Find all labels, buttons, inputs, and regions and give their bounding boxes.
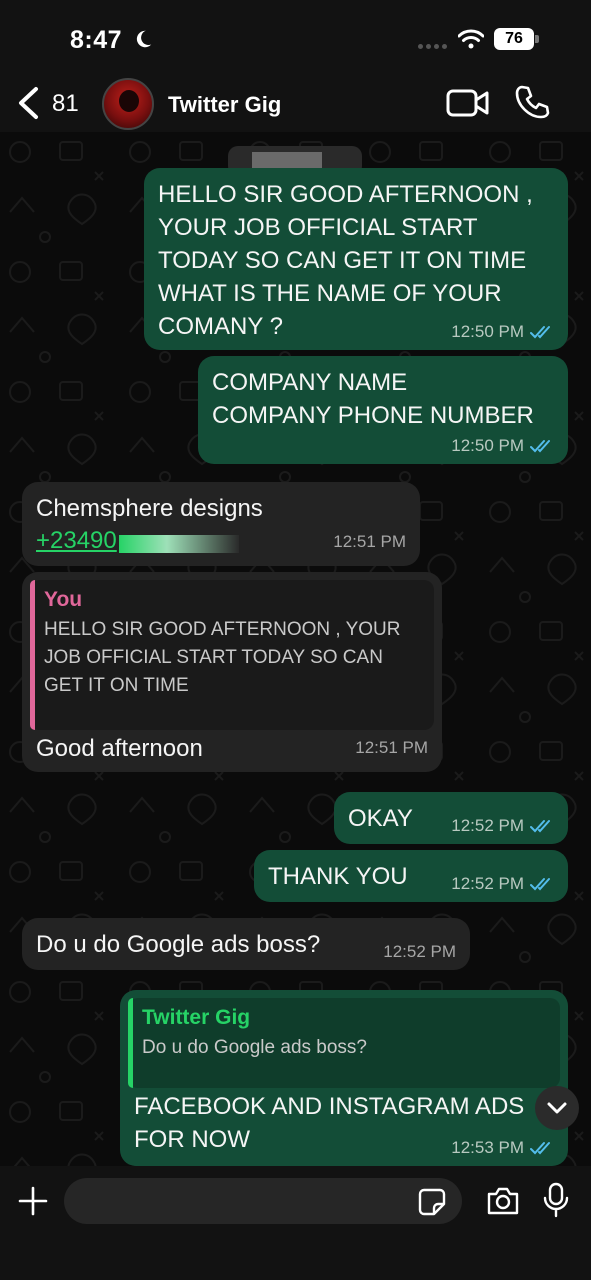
quoted-message[interactable]: You HELLO SIR GOOD AFTERNOON , YOUR JOB …	[30, 580, 434, 730]
chevron-down-icon	[547, 1102, 567, 1114]
unread-count[interactable]: 81	[52, 90, 79, 118]
video-call-icon[interactable]	[446, 88, 490, 118]
camera-icon[interactable]	[486, 1186, 520, 1216]
phone-icon[interactable]	[514, 84, 550, 120]
battery-level: 76	[494, 28, 534, 50]
message-time: 12:51 PM	[355, 738, 428, 757]
quote-author: You	[44, 588, 83, 611]
message-bubble-outgoing[interactable]: THANK YOU 12:52 PM	[254, 850, 568, 902]
message-meta: 12:52 PM	[383, 942, 456, 962]
message-bubble-incoming[interactable]: Chemsphere designs +23490 12:51 PM	[22, 482, 420, 566]
status-time: 8:47	[70, 26, 123, 54]
message-meta: 12:51 PM	[333, 532, 406, 552]
message-bubble-outgoing[interactable]: Twitter Gig Do u do Google ads boss? FAC…	[120, 990, 568, 1166]
message-bubble-outgoing[interactable]: HELLO SIR GOOD AFTERNOON , YOUR JOB OFFI…	[144, 168, 568, 350]
scroll-to-bottom-button[interactable]	[535, 1086, 579, 1130]
quote-author: Twitter Gig	[142, 1006, 251, 1029]
double-check-icon	[530, 1142, 550, 1155]
message-meta: 12:52 PM	[451, 874, 554, 894]
message-list[interactable]: HELLO SIR GOOD AFTERNOON , YOUR JOB OFFI…	[0, 132, 591, 1166]
message-meta: 12:53 PM	[451, 1138, 554, 1158]
message-time: 12:52 PM	[383, 942, 456, 961]
avatar[interactable]	[102, 78, 154, 130]
message-meta: 12:51 PM	[355, 738, 428, 758]
message-time: 12:52 PM	[451, 816, 524, 835]
message-composer	[0, 1166, 591, 1280]
message-time: 12:50 PM	[451, 436, 524, 455]
moon-icon	[136, 30, 152, 48]
message-time: 12:52 PM	[451, 874, 524, 893]
double-check-icon	[530, 878, 550, 891]
message-bubble-incoming[interactable]: You HELLO SIR GOOD AFTERNOON , YOUR JOB …	[22, 572, 442, 772]
message-meta: 12:52 PM	[451, 816, 554, 836]
double-check-icon	[530, 820, 550, 833]
quoted-message[interactable]: Twitter Gig Do u do Google ads boss?	[128, 998, 560, 1088]
phone-number-link[interactable]: +23490	[36, 527, 117, 554]
message-time: 12:50 PM	[451, 322, 524, 341]
battery-icon: 76	[494, 28, 540, 50]
message-bubble-outgoing[interactable]: OKAY 12:52 PM	[334, 792, 568, 844]
message-bubble-incoming[interactable]: Do u do Google ads boss? 12:52 PM	[22, 918, 470, 970]
message-text: Chemsphere designs	[36, 495, 263, 522]
quote-text: HELLO SIR GOOD AFTERNOON , YOUR JOB OFFI…	[44, 619, 401, 696]
message-meta: 12:50 PM	[451, 322, 554, 342]
double-check-icon	[530, 440, 550, 453]
double-check-icon	[530, 326, 550, 339]
message-time: 12:51 PM	[333, 532, 406, 551]
message-text: HELLO SIR GOOD AFTERNOON , YOUR JOB OFFI…	[158, 181, 533, 340]
message-time: 12:53 PM	[451, 1138, 524, 1157]
plus-icon[interactable]	[18, 1186, 48, 1216]
redacted-number	[118, 534, 239, 553]
sticker-icon[interactable]	[418, 1188, 446, 1216]
message-input[interactable]	[64, 1178, 462, 1224]
back-chevron-icon[interactable]	[16, 86, 40, 120]
contact-name[interactable]: Twitter Gig	[168, 92, 281, 118]
wifi-icon	[458, 29, 484, 49]
microphone-icon[interactable]	[542, 1182, 570, 1218]
chat-header: 81 Twitter Gig	[0, 78, 591, 132]
signal-icon	[418, 44, 450, 50]
message-text: COMPANY NAME COMPANY PHONE NUMBER	[212, 369, 534, 429]
status-bar: 8:47 76	[0, 0, 591, 78]
message-meta: 12:50 PM	[451, 436, 554, 456]
message-bubble-outgoing[interactable]: COMPANY NAME COMPANY PHONE NUMBER 12:50 …	[198, 356, 568, 464]
quote-text: Do u do Google ads boss?	[142, 1037, 367, 1058]
